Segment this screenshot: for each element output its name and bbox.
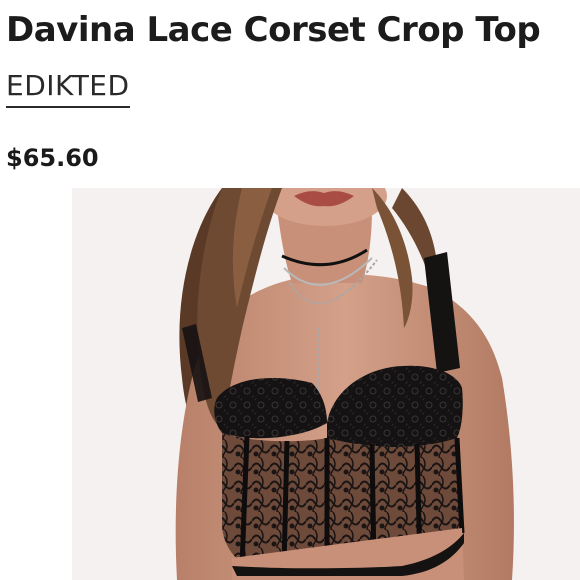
product-image[interactable] — [72, 188, 580, 580]
brand-link[interactable]: EDIKTED — [6, 68, 130, 108]
product-title: Davina Lace Corset Crop Top — [6, 10, 541, 50]
product-photo — [72, 188, 580, 580]
product-price: $65.60 — [6, 144, 99, 172]
